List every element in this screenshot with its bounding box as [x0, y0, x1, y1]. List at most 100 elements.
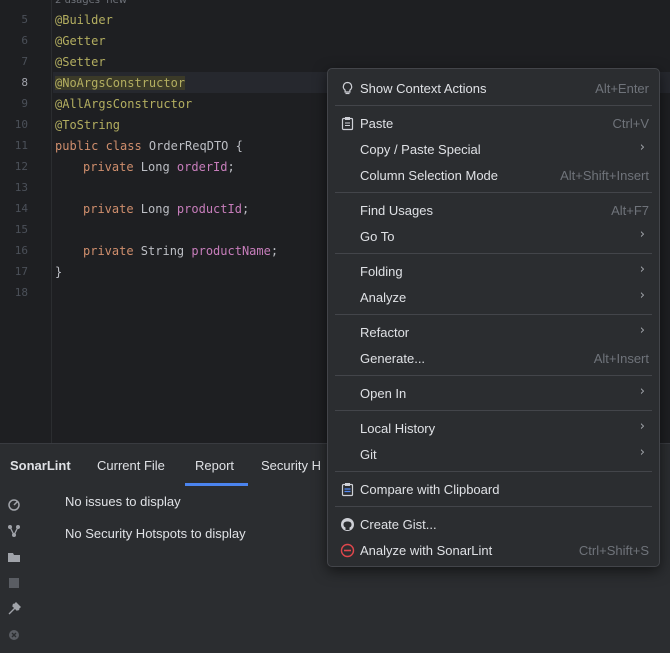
- code-line-16: private String productName;: [83, 244, 278, 258]
- menu-item-go-to[interactable]: Go To ›: [328, 224, 659, 248]
- code-line-9: @AllArgsConstructor: [55, 97, 193, 111]
- tool-window-title: SonarLint: [10, 458, 71, 473]
- line-number: 7: [21, 55, 28, 68]
- code-class-name: OrderReqDTO {: [148, 139, 243, 153]
- chevron-right-icon: ›: [639, 445, 645, 460]
- lightbulb-icon: [342, 81, 353, 95]
- menu-separator: [335, 314, 652, 315]
- menu-item-label: Open In: [360, 386, 407, 401]
- menu-separator: [335, 410, 652, 411]
- chevron-right-icon: ›: [639, 323, 645, 338]
- vcs-changes-icon[interactable]: [7, 524, 21, 538]
- menu-item-label: Compare with Clipboard: [360, 482, 500, 497]
- code-field: productId: [176, 202, 242, 216]
- menu-item-local-history[interactable]: Local History ›: [328, 416, 659, 440]
- line-number: 9: [21, 97, 28, 110]
- menu-item-label: Show Context Actions: [360, 81, 487, 96]
- menu-item-label: Analyze with SonarLint: [360, 543, 493, 558]
- tab-report[interactable]: Report: [195, 458, 234, 473]
- line-number: 18: [14, 286, 28, 299]
- menu-item-label: Generate...: [360, 351, 426, 366]
- chevron-right-icon: ›: [639, 288, 645, 303]
- menu-item-copy-paste-special[interactable]: Copy / Paste Special ›: [328, 137, 659, 161]
- sonarlint-icon: [340, 543, 355, 558]
- line-number: 11: [14, 139, 28, 152]
- menu-item-paste[interactable]: Paste Ctrl+V: [328, 111, 659, 135]
- code-punct: ;: [270, 244, 279, 258]
- active-tab-indicator: [185, 483, 248, 486]
- stop-icon[interactable]: [7, 576, 21, 590]
- menu-item-shortcut: Ctrl+V: [612, 116, 649, 131]
- line-number: 14: [14, 202, 28, 215]
- menu-item-find-usages[interactable]: Find Usages Alt+F7: [328, 198, 659, 222]
- menu-item-label: Paste: [360, 116, 394, 131]
- menu-item-analyze[interactable]: Analyze ›: [328, 285, 659, 309]
- clipboard-icon: [341, 117, 354, 131]
- code-type: Long: [140, 202, 177, 216]
- chevron-right-icon: ›: [639, 227, 645, 242]
- menu-item-label: Analyze: [360, 290, 407, 305]
- menu-separator: [335, 192, 652, 193]
- no-hotspots-message: No Security Hotspots to display: [65, 526, 246, 541]
- chevron-right-icon: ›: [639, 262, 645, 277]
- code-keyword: private: [83, 160, 141, 174]
- line-number: 5: [21, 13, 28, 26]
- line-number: 12: [14, 160, 28, 173]
- menu-item-label: Copy / Paste Special: [360, 142, 481, 157]
- menu-item-show-context-actions[interactable]: Show Context Actions Alt+Enter: [328, 76, 659, 100]
- line-number-gutter: 5 6 7 8 9 10 11 12 13 14 15 16 17 18: [0, 0, 52, 443]
- menu-separator: [335, 105, 652, 106]
- menu-item-compare-with-clipboard[interactable]: Compare with Clipboard: [328, 477, 659, 501]
- code-line-10: @ToString: [55, 118, 121, 132]
- code-line-12: private Long orderId;: [83, 160, 235, 174]
- code-field: orderId: [176, 160, 228, 174]
- menu-item-analyze-with-sonarlint[interactable]: Analyze with SonarLint Ctrl+Shift+S: [328, 538, 659, 562]
- menu-item-label: Go To: [360, 229, 395, 244]
- menu-item-shortcut: Alt+F7: [611, 203, 649, 218]
- github-icon: [341, 518, 354, 531]
- menu-item-label: Folding: [360, 264, 403, 279]
- line-number: 17: [14, 265, 28, 278]
- menu-item-folding[interactable]: Folding ›: [328, 259, 659, 283]
- analyze-icon[interactable]: [7, 498, 21, 512]
- menu-separator: [335, 506, 652, 507]
- code-line-11: public class OrderReqDTO {: [55, 139, 243, 153]
- menu-item-refactor[interactable]: Refactor ›: [328, 320, 659, 344]
- tab-security-hotspots[interactable]: Security H: [261, 458, 321, 473]
- code-line-6: @Getter: [55, 34, 106, 48]
- menu-item-column-selection-mode[interactable]: Column Selection Mode Alt+Shift+Insert: [328, 163, 659, 187]
- menu-item-shortcut: Alt+Enter: [595, 81, 649, 96]
- menu-item-label: Local History: [360, 421, 436, 436]
- menu-item-shortcut: Ctrl+Shift+S: [578, 543, 649, 558]
- usages-inlay-hint[interactable]: 2 usages new: [55, 0, 127, 8]
- menu-item-label: Find Usages: [360, 203, 433, 218]
- chevron-right-icon: ›: [639, 140, 645, 155]
- clear-icon[interactable]: [7, 628, 21, 642]
- code-line-14: private Long productId;: [83, 202, 249, 216]
- line-number: 10: [14, 118, 28, 131]
- menu-item-generate[interactable]: Generate... Alt+Insert: [328, 346, 659, 370]
- code-line-8: @NoArgsConstructor: [55, 76, 186, 90]
- tab-current-file[interactable]: Current File: [97, 458, 165, 473]
- code-field: productName: [191, 244, 271, 258]
- code-keyword: private: [83, 244, 141, 258]
- menu-item-label: Column Selection Mode: [360, 168, 499, 183]
- menu-item-shortcut: Alt+Insert: [593, 351, 649, 366]
- code-line-7: @Setter: [55, 55, 106, 69]
- menu-item-open-in[interactable]: Open In ›: [328, 381, 659, 405]
- folder-icon[interactable]: [7, 550, 21, 564]
- code-punct: ;: [241, 202, 250, 216]
- line-number: 6: [21, 34, 28, 47]
- code-type: Long: [140, 160, 177, 174]
- code-keyword: private: [83, 202, 141, 216]
- selected-annotation: @NoArgsConstructor: [55, 76, 186, 90]
- menu-item-create-gist[interactable]: Create Gist...: [328, 512, 659, 536]
- chevron-right-icon: ›: [639, 419, 645, 434]
- code-line-17: }: [55, 265, 63, 279]
- menu-item-label: Create Gist...: [360, 517, 437, 532]
- code-type: String: [140, 244, 192, 258]
- settings-tools-icon[interactable]: [7, 602, 21, 616]
- menu-item-label: Git: [360, 447, 377, 462]
- menu-item-git[interactable]: Git ›: [328, 442, 659, 466]
- menu-separator: [335, 253, 652, 254]
